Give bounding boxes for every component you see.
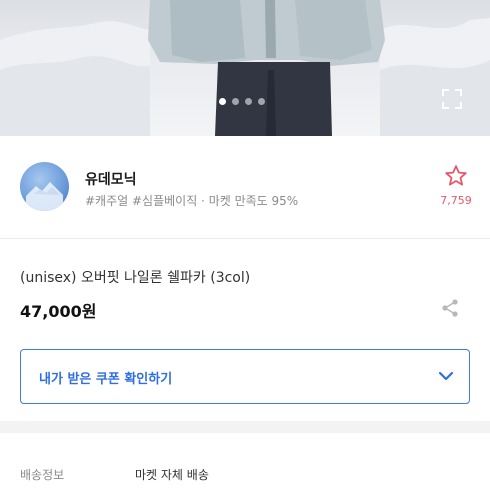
shop-info: 유데모닉 #캐주얼 #심플베이직 · 마켓 만족도 95% 7,759 (0, 136, 490, 239)
product-photo (0, 0, 490, 136)
favorite-count: 7,759 (440, 194, 472, 207)
carousel-dot[interactable] (232, 98, 239, 105)
shipping-label: 배송정보 (20, 468, 65, 482)
share-icon[interactable] (440, 298, 460, 318)
favorite-button[interactable]: 7,759 (436, 164, 476, 207)
carousel-dots (219, 98, 265, 105)
shop-tags: #캐주얼 #심플베이직 · 마켓 만족도 95% (85, 194, 299, 208)
shop-avatar[interactable] (20, 162, 69, 211)
expand-icon[interactable] (441, 88, 463, 110)
product-info: (unisex) 오버핏 나일론 쉘파카 (3col) 47,000원 내가 받… (0, 240, 490, 420)
chevron-down-icon (437, 367, 455, 385)
section-divider (0, 421, 490, 433)
carousel-dot[interactable] (258, 98, 265, 105)
product-title: (unisex) 오버핏 나일론 쉘파카 (3col) (20, 270, 251, 286)
carousel-dot[interactable] (245, 98, 252, 105)
shipping-value: 마켓 자체 배송 (135, 468, 209, 482)
carousel-dot[interactable] (219, 98, 226, 105)
coupon-label: 내가 받은 쿠폰 확인하기 (39, 372, 173, 387)
shipping-info: 배송정보 마켓 자체 배송 (0, 433, 490, 490)
product-price: 47,000원 (20, 302, 97, 321)
coupon-check-button[interactable]: 내가 받은 쿠폰 확인하기 (20, 349, 470, 404)
product-image-carousel[interactable] (0, 0, 490, 136)
shop-name[interactable]: 유데모닉 (85, 169, 137, 189)
star-outline-icon (445, 165, 467, 186)
